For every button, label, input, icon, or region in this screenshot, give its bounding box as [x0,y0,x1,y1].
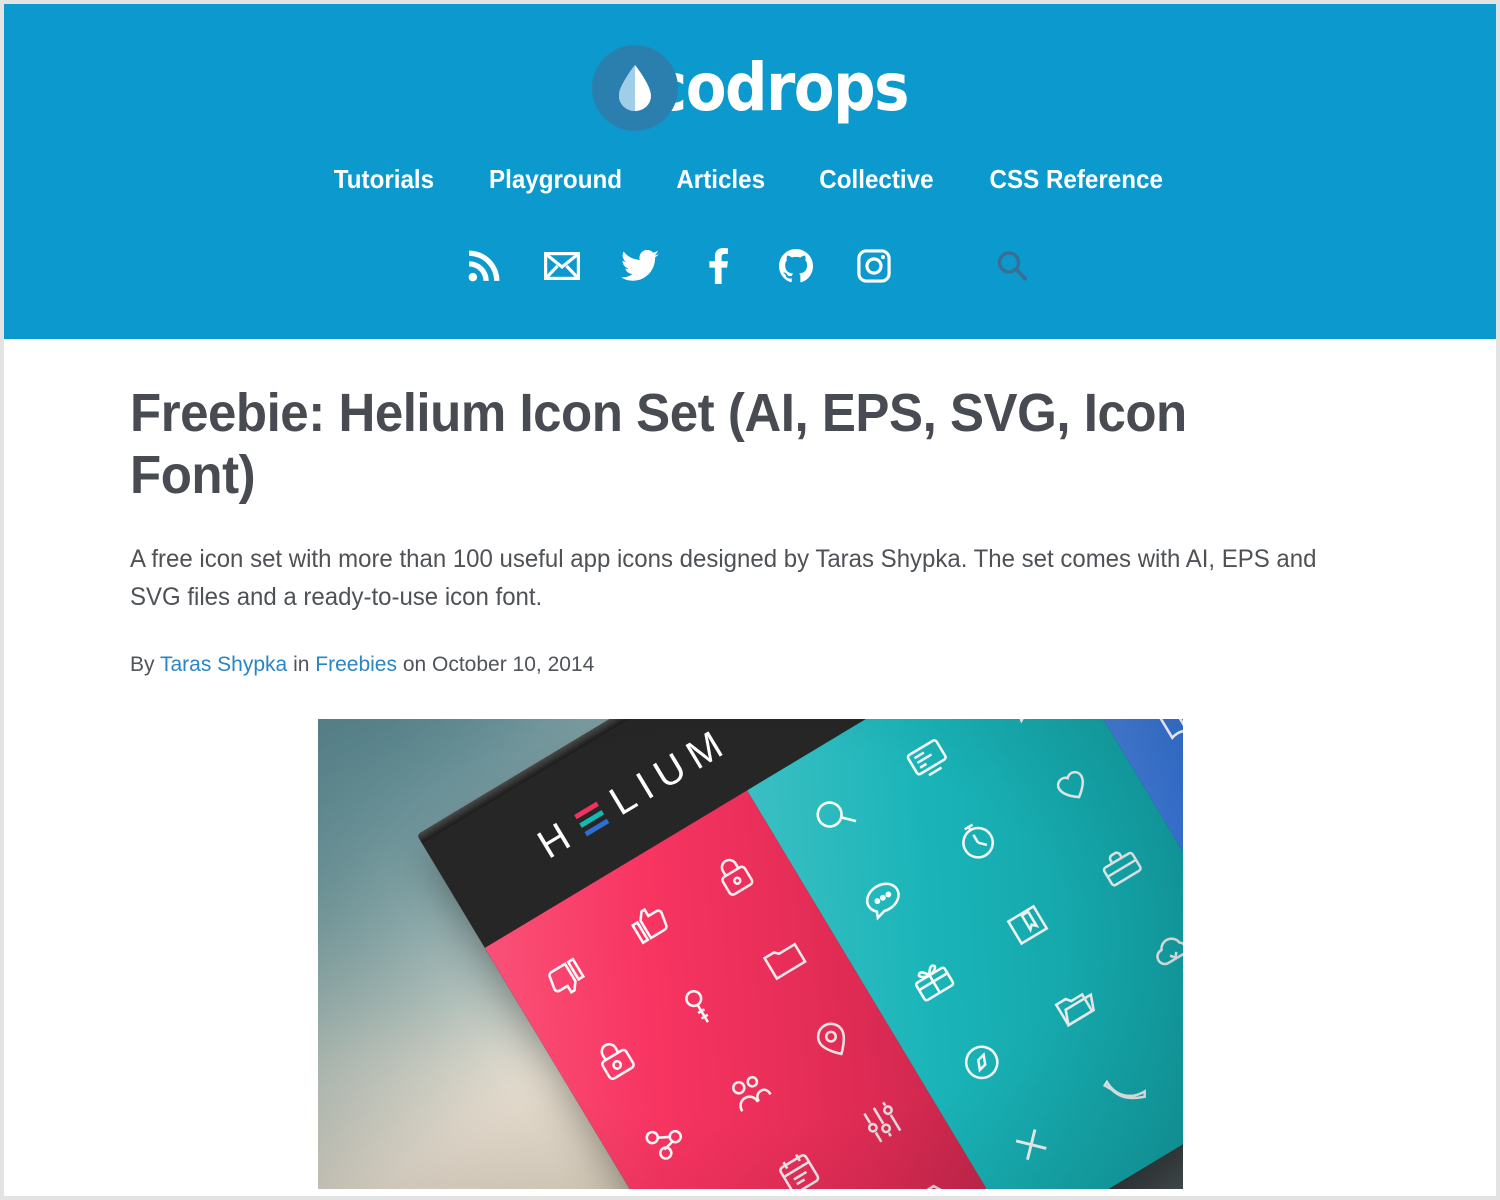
logo-circle [592,45,679,131]
page-title: Freebie: Helium Icon Set (AI, EPS, SVG, … [130,383,1187,505]
main-navigation: Tutorials Playground Articles Collective… [4,164,1496,195]
site-logo-link[interactable]: codrops [592,45,909,131]
search-button[interactable] [982,240,1042,292]
nav-item-css-reference[interactable]: CSS Reference [990,164,1163,195]
meta-in-word: in [293,653,310,677]
nav-item-collective[interactable]: Collective [819,164,933,195]
facebook-link[interactable] [692,240,744,292]
instagram-icon [857,249,891,283]
meta-by-prefix: By [130,653,155,677]
github-link[interactable] [770,240,822,292]
page-root: codrops Tutorials Playground Articles Co… [4,4,1496,1196]
meta-on-word: on [402,653,427,677]
nav-item-playground[interactable]: Playground [489,164,622,195]
meta-date: October 10, 2014 [432,653,595,677]
instagram-link[interactable] [848,240,900,292]
twitter-icon [621,250,659,281]
featured-image-container: H LIUM [130,719,1370,1190]
meta-author-link[interactable]: Taras Shypka [160,653,287,676]
facebook-icon [709,248,728,284]
meta-category-link[interactable]: Freebies [315,653,397,676]
icon-panels: 27 [484,719,1183,1190]
site-header: codrops Tutorials Playground Articles Co… [4,4,1496,339]
nav-item-articles[interactable]: Articles [676,164,765,195]
github-icon [779,249,813,283]
article-excerpt: A free icon set with more than 100 usefu… [130,545,1317,612]
mail-icon [544,252,580,280]
rss-icon [468,250,500,282]
article: Freebie: Helium Icon Set (AI, EPS, SVG, … [130,339,1370,1190]
article-meta: By Taras Shypka in Freebies on October 1… [130,653,1370,677]
brand-equals-mark [573,801,609,837]
rss-link[interactable] [458,240,510,292]
search-icon [997,251,1027,281]
logo-wordmark: codrops [652,49,909,126]
twitter-link[interactable] [614,240,666,292]
main-content: Freebie: Helium Icon Set (AI, EPS, SVG, … [4,339,1496,1190]
nav-item-tutorials[interactable]: Tutorials [334,164,434,195]
logo-container: codrops [4,34,1496,142]
social-links [4,240,1496,292]
mail-link[interactable] [536,240,588,292]
featured-image[interactable]: H LIUM [317,719,1183,1190]
water-drop-icon [618,65,652,111]
